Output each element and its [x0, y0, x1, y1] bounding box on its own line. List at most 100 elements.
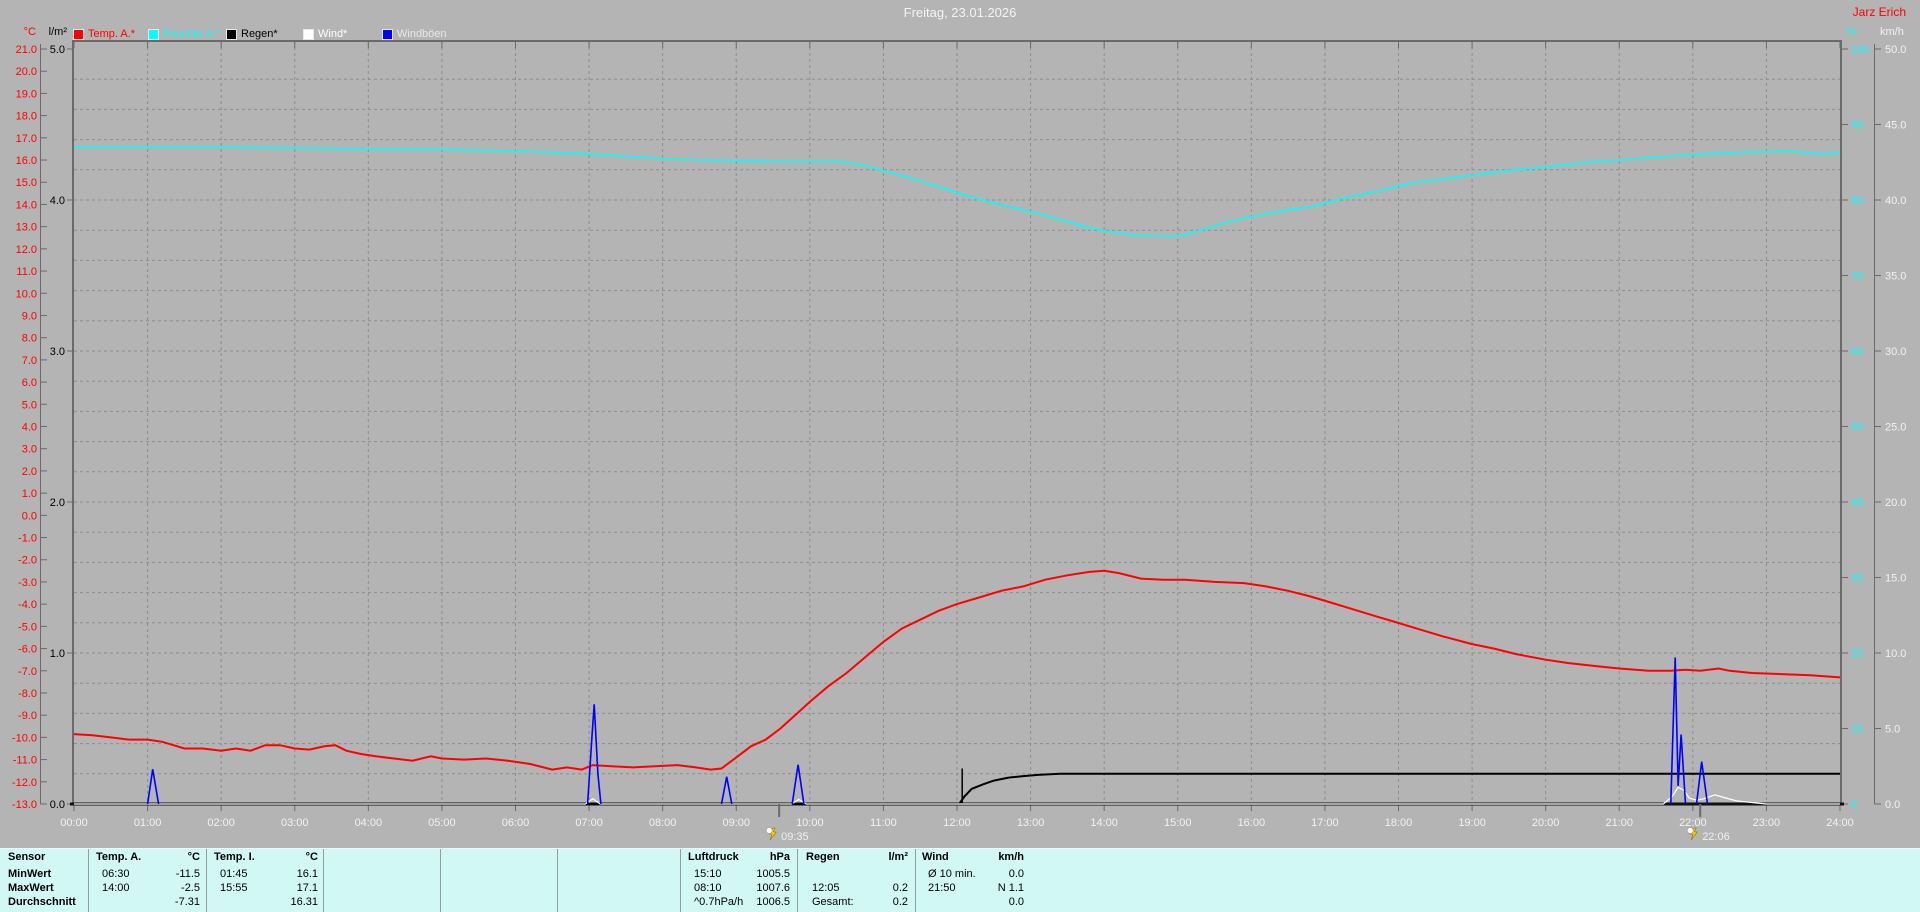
axis-tick-label-wind: 10.0: [1885, 648, 1906, 660]
axis-tick-label-rain: 4.0: [50, 195, 65, 207]
x-axis-label: 08:00: [649, 817, 677, 829]
axis-tick-label-temp: 4.0: [22, 422, 37, 434]
axis-tick-label-temp: 14.0: [16, 199, 37, 211]
axis-tick-label-hum: 100: [1851, 44, 1869, 56]
row-label-minwert: MinWert: [8, 868, 52, 880]
x-axis-label: 03:00: [281, 817, 309, 829]
axis-tick-label-temp: 2.0: [22, 466, 37, 478]
axis-tick-label-temp: 6.0: [22, 377, 37, 389]
axis-tick-label-hum: 80: [1851, 195, 1863, 207]
axis-tick-label-hum: 0: [1851, 799, 1857, 811]
axis-tick-label-rain: 5.0: [50, 44, 65, 56]
sun-event-icon: [1686, 827, 1698, 841]
axis-tick-label-wind: 35.0: [1885, 271, 1906, 283]
x-axis-label: 00:00: [60, 817, 88, 829]
axis-tick-label-temp: 8.0: [22, 333, 37, 345]
axis-tick-label-temp: 9.0: [22, 310, 37, 322]
table-column-separator: [797, 849, 798, 912]
table-column-separator: [915, 849, 916, 912]
value-number: 1007.6: [756, 882, 790, 894]
axis-tick-label-temp: -5.0: [18, 621, 37, 633]
x-axis-label: 20:00: [1532, 817, 1560, 829]
x-axis-label: 11:00: [870, 817, 897, 829]
x-axis-label: 16:00: [1238, 817, 1266, 829]
axis-tick-label-temp: -6.0: [18, 644, 37, 656]
axis-tick-label-temp: -4.0: [18, 599, 37, 611]
axis-tick-label-temp: -13.0: [12, 799, 37, 811]
event-time-label: 22:06: [1702, 831, 1730, 843]
col-unit: °C: [187, 851, 200, 863]
col-unit: hPa: [769, 851, 790, 863]
axis-tick-label-temp: -11.0: [13, 755, 37, 767]
axis-tick-label-wind: 5.0: [1885, 724, 1900, 736]
axis-tick-label-temp: 18.0: [16, 111, 37, 123]
summary-panel: Sensor MinWert MaxWert Durchschnitt Temp. A.…: [0, 848, 1920, 912]
axis-tick-label-wind: 0.0: [1885, 799, 1900, 811]
axis-tick-label-temp: 0.0: [22, 510, 37, 522]
axis-tick-label-rain: 2.0: [50, 497, 65, 509]
series-windb-en: [720, 776, 733, 805]
axis-tick-label-rain: 3.0: [50, 346, 65, 358]
axis-tick-label-temp: 15.0: [16, 177, 37, 189]
axis-tick-label-temp: 20.0: [16, 66, 37, 78]
axis-tick-label-temp: 3.0: [22, 444, 37, 456]
series-windb-en: [1695, 761, 1709, 805]
col-unit: l/m²: [888, 851, 908, 863]
event-time-label: 09:35: [781, 831, 809, 843]
weather-chart: 00:00 01:00 02:00 03:00 04:00 05:00 06:00 07:00…: [12, 40, 1906, 843]
axis-tick-label-temp: 19.0: [16, 88, 37, 100]
x-axis-label: 06:00: [502, 817, 530, 829]
axis-tick-label-wind: 40.0: [1885, 195, 1906, 207]
axis-tick-label-temp: -3.0: [18, 577, 37, 589]
axis-tick-label-wind: 45.0: [1885, 120, 1906, 132]
value-number: 0.2: [892, 896, 908, 908]
axis-tick-label-temp: -10.0: [12, 732, 37, 744]
table-column-separator: [680, 849, 681, 912]
axis-tick-label-temp: 12.0: [16, 244, 37, 256]
axis-tick-label-temp: 16.0: [16, 155, 37, 167]
axis-tick-label-rain: 1.0: [50, 648, 65, 660]
x-axis-label: 01:00: [134, 817, 162, 829]
row-label-durchschnitt: Durchschnitt: [8, 896, 76, 908]
axis-tick-label-temp: 21.0: [16, 44, 37, 56]
value-number: 1006.5: [756, 896, 790, 908]
axis-tick-label-hum: 20: [1851, 648, 1863, 660]
axis-tick-label-wind: 20.0: [1885, 497, 1906, 509]
x-axis-label: 23:00: [1753, 817, 1781, 829]
series-windb-en: [586, 704, 602, 805]
x-axis-label: 05:00: [428, 817, 456, 829]
series-windb-en: [1670, 657, 1687, 805]
x-axis-label: 21:00: [1605, 817, 1633, 829]
axis-tick-label-temp: -8.0: [18, 688, 37, 700]
x-axis-label: 18:00: [1385, 817, 1413, 829]
axis-tick-label-temp: -12.0: [12, 777, 37, 789]
axis-tick-label-wind: 30.0: [1885, 346, 1906, 358]
axis-tick-label-temp: -1.0: [18, 533, 37, 545]
x-axis-label: 22:00: [1679, 817, 1707, 829]
axis-tick-label-temp: -9.0: [18, 710, 37, 722]
row-label-sensor: Sensor: [8, 851, 46, 863]
x-axis-label: 14:00: [1090, 817, 1118, 829]
table-column-separator: [557, 849, 558, 912]
table-column-separator: [206, 849, 207, 912]
axis-tick-label-temp: 17.0: [16, 133, 37, 145]
axis-tick-label-temp: 10.0: [16, 288, 37, 300]
axis-tick-label-temp: 13.0: [16, 222, 37, 234]
table-column-separator: [440, 849, 441, 912]
axis-tick-label-hum: 90: [1851, 120, 1863, 132]
value-number: 16.31: [290, 896, 318, 908]
value-number: 0.2: [892, 882, 908, 894]
value-number: -7.31: [174, 896, 200, 908]
row-label-maxwert: MaxWert: [8, 882, 54, 894]
axis-tick-label-wind: 50.0: [1885, 44, 1906, 56]
value-number: -2.5: [181, 882, 200, 894]
value-number: -11.5: [175, 868, 200, 880]
x-axis-label: 24:00: [1826, 817, 1854, 829]
axis-tick-label-temp: 11.0: [16, 266, 37, 278]
value-number: N 1.1: [997, 882, 1024, 894]
series-windb-en: [146, 769, 160, 805]
col-unit: °C: [305, 851, 318, 863]
sun-event-icon: [765, 827, 777, 841]
axis-tick-label-wind: 25.0: [1885, 422, 1906, 434]
axis-tick-label-temp: 5.0: [22, 399, 37, 411]
